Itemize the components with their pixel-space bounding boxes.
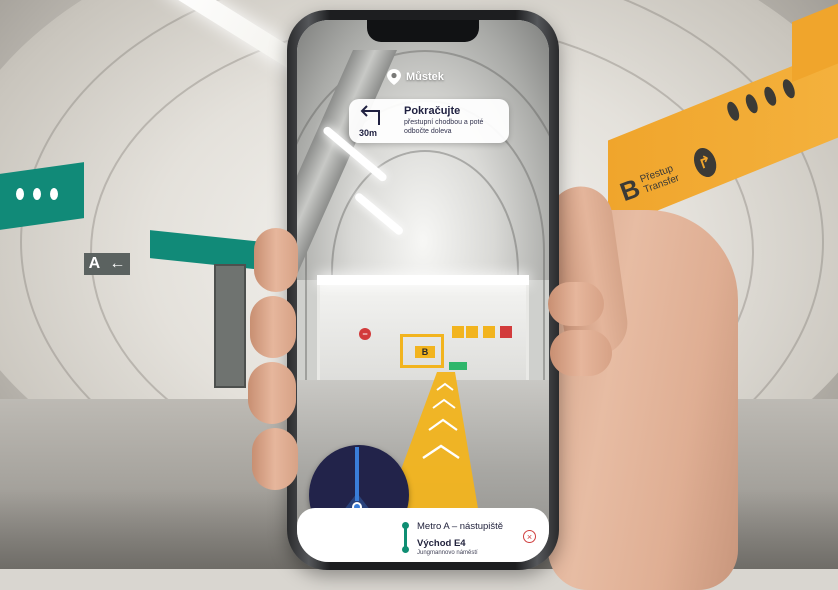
tunnel-door-left [214, 264, 246, 388]
map-pin-icon [387, 69, 401, 85]
route-line [404, 526, 407, 548]
hand-finger [548, 282, 604, 326]
phone-notch [367, 20, 479, 42]
hand-finger-left [248, 362, 296, 424]
station-sign-a: A ← [84, 253, 130, 275]
route-destination: Východ E4 [417, 538, 466, 549]
instruction-subtitle: přestupní chodbou a poté odbočte doleva [404, 119, 484, 135]
smartphone: − B Můstek 30m Pokračujte přestupní chod… [287, 10, 559, 570]
hand-finger-left [254, 228, 298, 292]
transfer-sign-words: Přestup Transfer [638, 163, 681, 196]
route-origin: Metro A – nástupiště [417, 521, 504, 532]
route-end-dot [402, 546, 409, 553]
hand-finger [550, 330, 612, 376]
hand-finger-left [252, 428, 298, 490]
phone-screen: − B Můstek 30m Pokračujte přestupní chod… [297, 20, 549, 562]
destination-card[interactable]: Metro A – nástupiště Východ E4 Jungmanno… [297, 508, 549, 562]
station-sign-a-letter: A [88, 255, 101, 272]
instruction-title: Pokračujte [404, 105, 461, 117]
location-header: Můstek [387, 69, 444, 85]
close-icon[interactable]: × [523, 530, 536, 543]
hand-finger-left [250, 296, 296, 358]
arrow-left-icon: ← [109, 255, 126, 272]
green-band-dots [16, 188, 58, 200]
location-name: Můstek [406, 71, 444, 83]
instruction-distance: 30m [359, 128, 378, 138]
turn-left-arrow-icon [360, 105, 380, 125]
route-destination-detail: Jungmannovo náměstí [417, 550, 478, 556]
navigation-instruction-card[interactable]: 30m Pokračujte přestupní chodbou a poté … [349, 99, 509, 143]
